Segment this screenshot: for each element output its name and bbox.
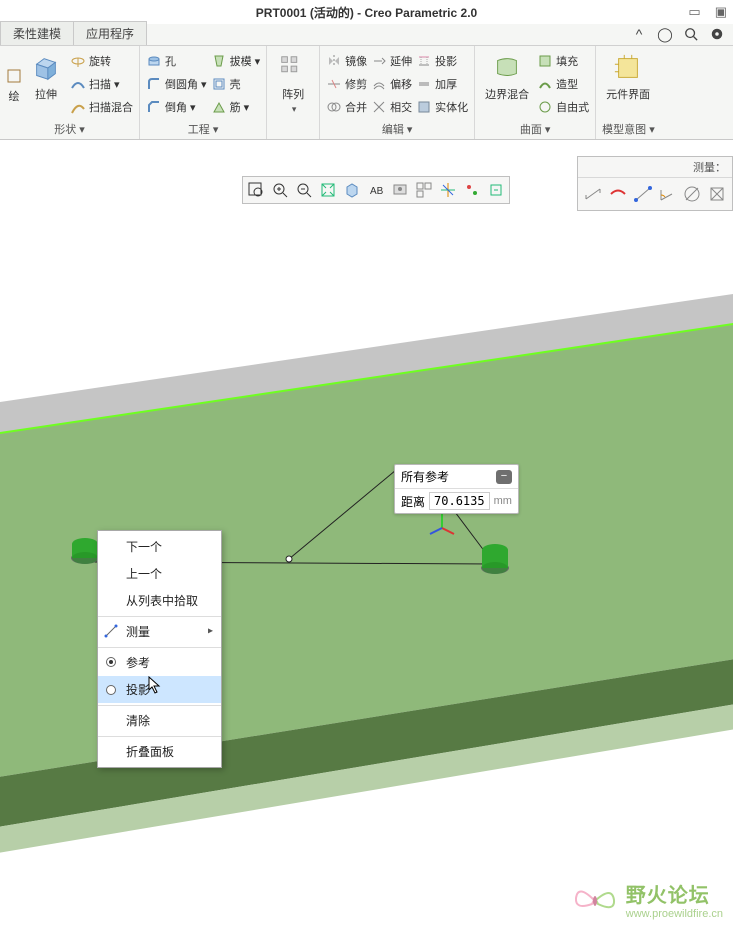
ribbon-tabstrip: 柔性建模 应用程序 ^ ◯ xyxy=(0,24,733,46)
solidify-btn[interactable]: 实体化 xyxy=(416,96,468,118)
annotation-display-icon[interactable]: AB xyxy=(364,178,388,202)
measure-distance-icon[interactable] xyxy=(606,181,631,207)
datum-point-icon[interactable] xyxy=(460,178,484,202)
context-menu: 下一个 上一个 从列表中拾取 测量▸ 参考 投影 清除 折叠面板 xyxy=(97,530,222,768)
zoom-in-icon[interactable] xyxy=(268,178,292,202)
svg-text:AB: AB xyxy=(370,186,384,197)
measure-length-icon[interactable] xyxy=(630,181,655,207)
measure-panel: 测量： xyxy=(577,156,733,211)
component-interface-btn[interactable]: 元件界面 xyxy=(602,50,654,118)
measure-area-icon[interactable] xyxy=(704,181,729,207)
window-title: PRT0001 (活动的) - Creo Parametric 2.0 xyxy=(256,4,477,21)
extrude-btn[interactable]: 拉伸 xyxy=(26,50,66,118)
ctx-next[interactable]: 下一个 xyxy=(98,533,221,560)
ribbon-group-engineering: 孔 倒圆角 ▾ 倒角 ▾ 拔模 ▾ 壳 筋 ▾ 工程 ▾ xyxy=(140,46,267,139)
view-manager-icon[interactable] xyxy=(412,178,436,202)
measure-angle-icon[interactable] xyxy=(655,181,680,207)
mirror-btn[interactable]: 镜像 xyxy=(326,50,367,72)
ribbon: 绘 拉伸 旋转 扫描 ▾ 扫描混合 形状 ▾ 孔 倒圆角 ▾ 倒角 ▾ 拔模 ▾ xyxy=(0,46,733,140)
ctx-clear[interactable]: 清除 xyxy=(98,705,221,734)
measure-panel-title: 测量： xyxy=(578,157,732,178)
project-btn[interactable]: 投影 xyxy=(416,50,468,72)
measure-distance-label: 距离 xyxy=(401,493,425,510)
window-buttons: ▭ ▣ xyxy=(688,4,727,20)
ctx-pick-from-list[interactable]: 从列表中拾取 xyxy=(98,587,221,614)
boundary-blend-btn[interactable]: 边界混合 xyxy=(481,50,533,118)
ribbon-group-model-intent: 元件界面 模型意图 ▾ xyxy=(596,46,661,139)
trim-btn[interactable]: 修剪 xyxy=(326,73,367,95)
ctx-reference[interactable]: 参考 xyxy=(98,647,221,676)
shell-btn[interactable]: 壳 xyxy=(211,73,261,95)
merge-btn[interactable]: 合并 xyxy=(326,96,367,118)
revolve-btn[interactable]: 旋转 xyxy=(70,50,133,72)
ctx-collapse-panel[interactable]: 折叠面板 xyxy=(98,736,221,765)
ribbon-group-surface: 边界混合 填充 造型 自由式 曲面 ▾ xyxy=(475,46,596,139)
ribbon-group-pattern: 阵列▾ xyxy=(267,46,320,139)
freestyle-btn[interactable]: 自由式 xyxy=(537,96,589,118)
ribbon-group-shape: 绘 拉伸 旋转 扫描 ▾ 扫描混合 形状 ▾ xyxy=(0,46,140,139)
saved-view-icon[interactable] xyxy=(388,178,412,202)
offset-btn[interactable]: 偏移 xyxy=(371,73,412,95)
measure-summary-icon[interactable] xyxy=(581,181,606,207)
watermark: 野火论坛 www.proewildfire.cn xyxy=(572,879,723,920)
watermark-text: 野火论坛 xyxy=(626,879,723,908)
minimize-icon[interactable]: ▭ xyxy=(688,4,700,20)
nav-icon[interactable]: ◯ xyxy=(657,26,673,42)
tab-applications[interactable]: 应用程序 xyxy=(73,21,147,45)
zoom-out-icon[interactable] xyxy=(292,178,316,202)
measure-result-title: 所有参考 xyxy=(401,468,449,485)
search-icon[interactable] xyxy=(683,26,699,42)
chevron-up-icon[interactable]: ^ xyxy=(631,26,647,42)
fill-btn[interactable]: 填充 xyxy=(537,50,589,72)
measure-result-box[interactable]: 所有参考 − 距离 70.6135 mm xyxy=(394,464,519,514)
thicken-btn[interactable]: 加厚 xyxy=(416,73,468,95)
sketch-btn[interactable] xyxy=(6,65,22,87)
round-btn[interactable]: 倒圆角 ▾ xyxy=(146,73,207,95)
measure-diameter-icon[interactable] xyxy=(680,181,705,207)
ctx-measure[interactable]: 测量▸ xyxy=(98,616,221,645)
ctx-projection[interactable]: 投影 xyxy=(98,676,221,703)
ctx-previous[interactable]: 上一个 xyxy=(98,560,221,587)
rib-btn[interactable]: 筋 ▾ xyxy=(211,96,261,118)
draft-btn[interactable]: 拔模 ▾ xyxy=(211,50,261,72)
refit-icon[interactable] xyxy=(316,178,340,202)
intersect-btn[interactable]: 相交 xyxy=(371,96,412,118)
restore-icon[interactable]: ▣ xyxy=(715,4,727,20)
butterfly-icon xyxy=(572,880,618,920)
view-toolbar: AB xyxy=(242,176,510,204)
style-btn[interactable]: 造型 xyxy=(537,73,589,95)
hole-btn[interactable]: 孔 xyxy=(146,50,207,72)
measure-distance-value[interactable]: 70.6135 xyxy=(429,492,490,510)
minimize-result-icon[interactable]: − xyxy=(496,470,512,484)
display-style-icon[interactable] xyxy=(340,178,364,202)
ribbon-group-edit: 镜像 修剪 合并 延伸 偏移 相交 投影 加厚 实体化 编辑 ▾ xyxy=(320,46,475,139)
watermark-url: www.proewildfire.cn xyxy=(626,908,723,920)
sweep-blend-btn[interactable]: 扫描混合 xyxy=(70,96,133,118)
measure-distance-unit: mm xyxy=(494,495,512,507)
chamfer-btn[interactable]: 倒角 ▾ xyxy=(146,96,207,118)
datum-axis-icon[interactable] xyxy=(436,178,460,202)
tab-flex-modeling[interactable]: 柔性建模 xyxy=(0,21,74,45)
zoom-window-icon[interactable] xyxy=(244,178,268,202)
extend-btn[interactable]: 延伸 xyxy=(371,50,412,72)
pattern-btn[interactable]: 阵列▾ xyxy=(273,50,313,134)
toolbar-expand-icon[interactable] xyxy=(484,178,508,202)
gear-icon[interactable] xyxy=(709,26,725,42)
sweep-btn[interactable]: 扫描 ▾ xyxy=(70,73,133,95)
